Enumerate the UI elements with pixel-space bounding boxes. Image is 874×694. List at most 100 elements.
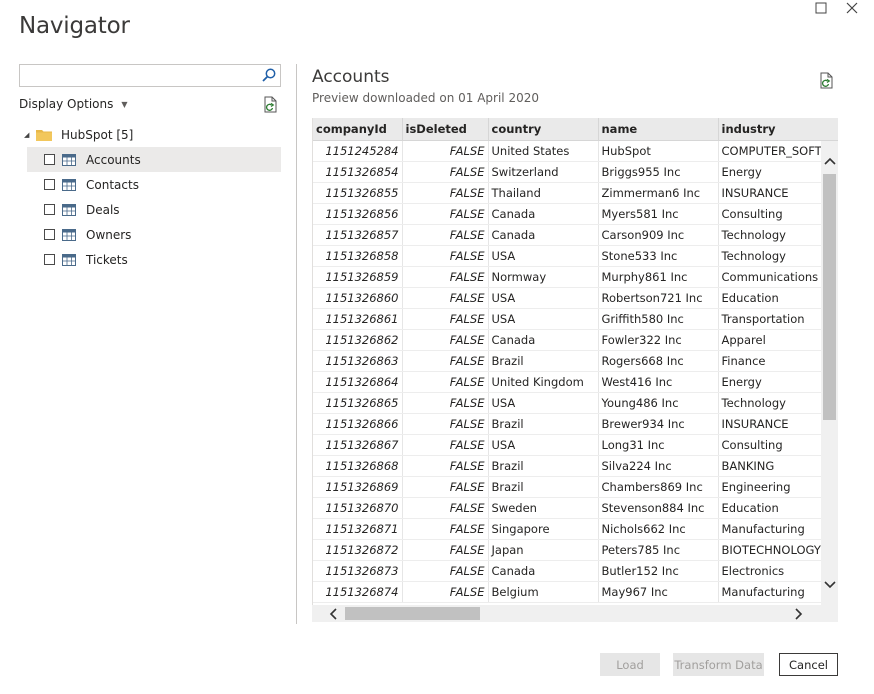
refresh-preview-icon[interactable]	[818, 72, 836, 89]
cell-industry: Consulting	[718, 203, 838, 225]
folder-icon	[36, 129, 52, 141]
checkbox[interactable]	[44, 204, 55, 215]
maximize-icon[interactable]	[810, 0, 832, 16]
cell-companyid: 1151326865	[313, 392, 403, 414]
vertical-scroll-thumb[interactable]	[823, 174, 836, 420]
collapse-icon[interactable]: ◢	[24, 131, 36, 139]
cell-industry: Apparel	[718, 329, 838, 351]
cell-isdeleted: FALSE	[402, 392, 489, 414]
cell-industry: COMPUTER_SOFTWARE	[718, 140, 838, 162]
table-row: 1151245284 FALSE United States HubSpot COMPU…	[313, 140, 838, 162]
cell-name: HubSpot	[598, 140, 719, 162]
cell-industry: Energy	[718, 371, 838, 393]
checkbox[interactable]	[44, 179, 55, 190]
cell-name: Stevenson884 Inc	[598, 497, 719, 519]
cell-isdeleted: FALSE	[402, 245, 489, 267]
tree-item-contacts[interactable]: Contacts	[27, 172, 281, 197]
cell-isdeleted: FALSE	[402, 224, 489, 246]
cell-isdeleted: FALSE	[402, 413, 489, 435]
column-header-isdeleted[interactable]: isDeleted	[402, 118, 489, 141]
cell-name: Chambers869 Inc	[598, 476, 719, 498]
table-row: 1151326870 FALSE Sweden Stevenson884 Inc Edu…	[313, 497, 838, 519]
scroll-left-icon[interactable]	[323, 605, 343, 622]
cell-industry: BANKING	[718, 455, 838, 477]
cell-country: Brazil	[488, 455, 599, 477]
cancel-button[interactable]: Cancel	[779, 653, 838, 676]
table-row: 1151326872 FALSE Japan Peters785 Inc BIOTECH…	[313, 539, 838, 561]
scroll-down-icon[interactable]	[821, 575, 838, 595]
tree-item-label: Contacts	[86, 177, 139, 192]
close-icon[interactable]	[841, 0, 863, 16]
table-row: 1151326866 FALSE Brazil Brewer934 Inc INSURA…	[313, 413, 838, 435]
cell-isdeleted: FALSE	[402, 140, 489, 162]
column-header-industry[interactable]: industry	[718, 118, 838, 141]
cell-name: Long31 Inc	[598, 434, 719, 456]
cell-name: May967 Inc	[598, 581, 719, 603]
refresh-icon[interactable]	[262, 96, 280, 113]
checkbox[interactable]	[44, 254, 55, 265]
vertical-scrollbar[interactable]	[821, 141, 838, 605]
cell-country: Canada	[488, 224, 599, 246]
checkbox[interactable]	[44, 154, 55, 165]
display-options-dropdown[interactable]: Display Options ▼	[19, 97, 128, 111]
tree-item-owners[interactable]: Owners	[27, 222, 281, 247]
tree-item-tickets[interactable]: Tickets	[27, 247, 281, 272]
cell-name: Silva224 Inc	[598, 455, 719, 477]
preview-table: companyId isDeleted country name industry 11…	[313, 118, 838, 603]
column-header-name[interactable]: name	[598, 118, 719, 141]
cell-isdeleted: FALSE	[402, 455, 489, 477]
cell-industry: Finance	[718, 350, 838, 372]
cell-name: Robertson721 Inc	[598, 287, 719, 309]
cell-companyid: 1151326858	[313, 245, 403, 267]
table-row: 1151326858 FALSE USA Stone533 Inc Technology	[313, 245, 838, 267]
horizontal-scroll-thumb[interactable]	[345, 607, 480, 620]
cell-country: Brazil	[488, 476, 599, 498]
table-row: 1151326865 FALSE USA Young486 Inc Technology	[313, 392, 838, 414]
cell-isdeleted: FALSE	[402, 308, 489, 330]
load-button[interactable]: Load	[600, 653, 660, 676]
scroll-up-icon[interactable]	[821, 151, 838, 171]
table-row: 1151326857 FALSE Canada Carson909 Inc Techno…	[313, 224, 838, 246]
cell-companyid: 1151326872	[313, 539, 403, 561]
cell-industry: Manufacturing	[718, 518, 838, 540]
checkbox[interactable]	[44, 229, 55, 240]
table-row: 1151326869 FALSE Brazil Chambers869 Inc Engi…	[313, 476, 838, 498]
search-input[interactable]	[20, 65, 258, 86]
cell-country: USA	[488, 287, 599, 309]
horizontal-scrollbar[interactable]	[312, 605, 838, 622]
tree-item-deals[interactable]: Deals	[27, 197, 281, 222]
table-row: 1151326864 FALSE United Kingdom West416 Inc…	[313, 371, 838, 393]
search-icon[interactable]	[261, 67, 277, 83]
cell-companyid: 1151326860	[313, 287, 403, 309]
cell-name: Murphy861 Inc	[598, 266, 719, 288]
tree-item-accounts[interactable]: Accounts	[27, 147, 281, 172]
cell-isdeleted: FALSE	[402, 560, 489, 582]
column-header-country[interactable]: country	[488, 118, 599, 141]
cell-isdeleted: FALSE	[402, 539, 489, 561]
tree-root-hubspot[interactable]: ◢ HubSpot [5]	[24, 126, 133, 144]
cell-name: Briggs955 Inc	[598, 161, 719, 183]
table-row: 1151326868 FALSE Brazil Silva224 Inc BANKING	[313, 455, 838, 477]
table-icon	[62, 153, 76, 166]
table-icon	[62, 203, 76, 216]
table-row: 1151326874 FALSE Belgium May967 Inc Manufact…	[313, 581, 838, 603]
tree-item-label: Deals	[86, 202, 120, 217]
table-row: 1151326854 FALSE Switzerland Briggs955 Inc E…	[313, 161, 838, 183]
cell-country: USA	[488, 308, 599, 330]
preview-table-container[interactable]: companyId isDeleted country name industry 11…	[312, 118, 838, 605]
cell-country: Sweden	[488, 497, 599, 519]
cell-industry: Consulting	[718, 434, 838, 456]
cell-isdeleted: FALSE	[402, 329, 489, 351]
tree-root-label: HubSpot [5]	[61, 128, 134, 142]
cell-country: USA	[488, 434, 599, 456]
dialog-title: Navigator	[19, 13, 130, 39]
cell-companyid: 1151326859	[313, 266, 403, 288]
cell-isdeleted: FALSE	[402, 182, 489, 204]
transform-data-button[interactable]: Transform Data	[673, 653, 764, 676]
tree-item-label: Accounts	[86, 152, 141, 167]
scroll-right-icon[interactable]	[789, 605, 809, 622]
table-row: 1151326863 FALSE Brazil Rogers668 Inc Financ…	[313, 350, 838, 372]
cell-companyid: 1151326870	[313, 497, 403, 519]
cell-isdeleted: FALSE	[402, 266, 489, 288]
column-header-companyid[interactable]: companyId	[313, 118, 403, 141]
